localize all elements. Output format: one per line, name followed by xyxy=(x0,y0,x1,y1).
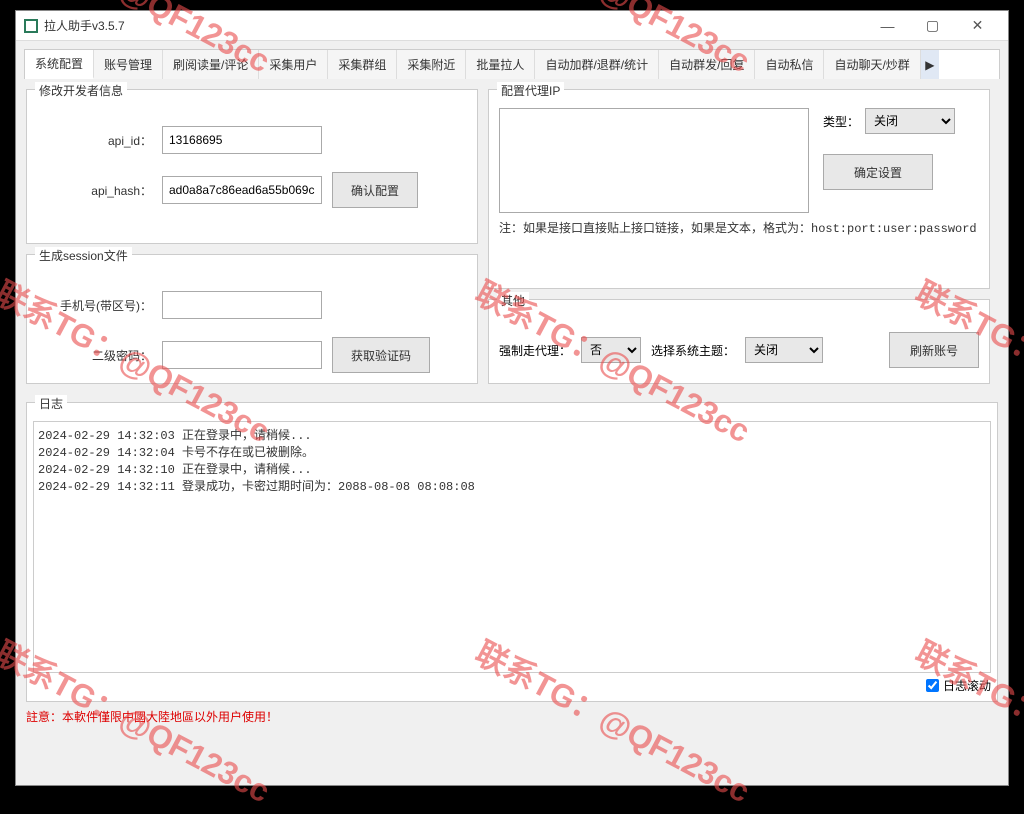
proxy-type-select[interactable]: 关闭 xyxy=(865,108,955,134)
api-hash-input[interactable] xyxy=(162,176,322,204)
tab-account-manage[interactable]: 账号管理 xyxy=(94,50,163,79)
tab-scroll-right-icon[interactable]: ▶ xyxy=(921,50,939,79)
other-group: 其他 强制走代理： 否 选择系统主题： 关闭 刷新账号 xyxy=(488,299,990,384)
confirm-config-button[interactable]: 确认配置 xyxy=(332,172,418,208)
proxy-type-label: 类型： xyxy=(823,113,859,130)
tab-system-config[interactable]: 系统配置 xyxy=(25,50,94,79)
tab-auto-chat[interactable]: 自动聊天/炒群 xyxy=(824,50,920,79)
log-scroll-checkbox[interactable] xyxy=(926,679,939,692)
force-proxy-label: 强制走代理： xyxy=(499,342,571,359)
session-group: 生成session文件 手机号(带区号)： 二级密码： 获取验证码 xyxy=(26,254,478,384)
window-title: 拉人助手v3.5.7 xyxy=(44,17,865,34)
tab-collect-group[interactable]: 采集群组 xyxy=(328,50,397,79)
api-id-label: api_id： xyxy=(37,132,152,149)
proxy-confirm-button[interactable]: 确定设置 xyxy=(823,154,933,190)
minimize-button[interactable]: — xyxy=(865,12,910,40)
app-window: 拉人助手v3.5.7 — ▢ ✕ 系统配置 账号管理 刷阅读量/评论 采集用户 … xyxy=(15,10,1009,786)
tab-auto-group[interactable]: 自动加群/退群/统计 xyxy=(535,50,659,79)
tab-auto-pm[interactable]: 自动私信 xyxy=(755,50,824,79)
get-code-button[interactable]: 获取验证码 xyxy=(332,337,430,373)
api-id-input[interactable] xyxy=(162,126,322,154)
warning-text: 註意：本軟件僅限中國大陸地區以外用户使用！ xyxy=(16,702,1008,731)
tab-bar: 系统配置 账号管理 刷阅读量/评论 采集用户 采集群组 采集附近 批量拉人 自动… xyxy=(24,49,1000,79)
titlebar: 拉人助手v3.5.7 — ▢ ✕ xyxy=(16,11,1008,41)
log-scroll-label: 日志滚动 xyxy=(943,677,991,694)
tab-collect-user[interactable]: 采集用户 xyxy=(259,50,328,79)
password-input[interactable] xyxy=(162,341,322,369)
log-title: 日志 xyxy=(35,395,67,412)
api-hash-label: api_hash： xyxy=(37,182,152,199)
log-textarea[interactable]: 2024-02-29 14:32:03 正在登录中，请稍候... 2024-02… xyxy=(33,421,991,673)
proxy-textarea[interactable] xyxy=(499,108,809,213)
theme-select[interactable]: 关闭 xyxy=(745,337,823,363)
tab-auto-send[interactable]: 自动群发/回复 xyxy=(659,50,755,79)
tab-read-comment[interactable]: 刷阅读量/评论 xyxy=(163,50,259,79)
maximize-button[interactable]: ▢ xyxy=(910,12,955,40)
phone-input[interactable] xyxy=(162,291,322,319)
tab-batch-pull[interactable]: 批量拉人 xyxy=(466,50,535,79)
proxy-note: 注：如果是接口直接贴上接口链接，如果是文本，格式为：host:port:user… xyxy=(499,219,979,236)
session-title: 生成session文件 xyxy=(35,247,132,264)
proxy-group: 配置代理IP 类型： 关闭 确定设置 xyxy=(488,89,990,289)
refresh-account-button[interactable]: 刷新账号 xyxy=(889,332,979,368)
password-label: 二级密码： xyxy=(37,347,152,364)
dev-info-group: 修改开发者信息 api_id： api_hash： 确认配置 xyxy=(26,89,478,244)
app-icon xyxy=(24,19,38,33)
phone-label: 手机号(带区号)： xyxy=(37,297,152,314)
force-proxy-select[interactable]: 否 xyxy=(581,337,641,363)
close-button[interactable]: ✕ xyxy=(955,12,1000,40)
log-group: 日志 2024-02-29 14:32:03 正在登录中，请稍候... 2024… xyxy=(26,402,998,702)
other-title: 其他 xyxy=(497,292,529,309)
proxy-title: 配置代理IP xyxy=(497,82,564,99)
theme-label: 选择系统主题： xyxy=(651,342,735,359)
tab-collect-nearby[interactable]: 采集附近 xyxy=(397,50,466,79)
dev-info-title: 修改开发者信息 xyxy=(35,82,127,99)
